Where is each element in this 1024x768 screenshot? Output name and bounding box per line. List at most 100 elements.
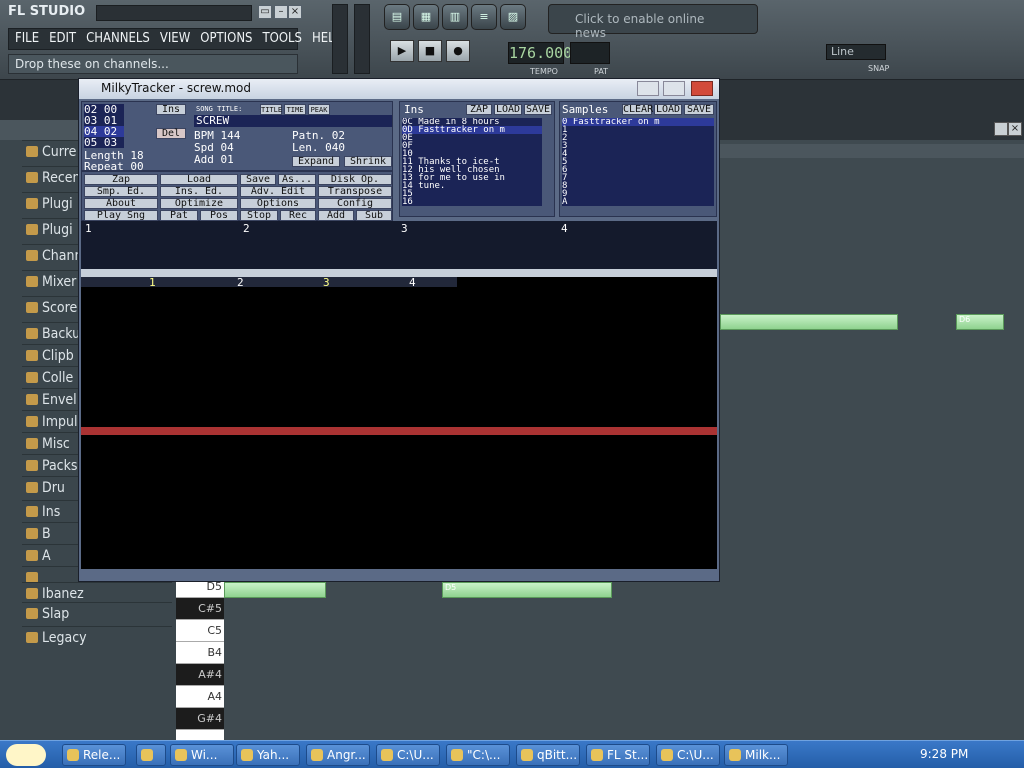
bpm-value[interactable]: BPM 144 [194,130,240,141]
piano-key[interactable]: B4 [176,642,224,664]
table-row[interactable] [81,503,457,511]
instrument-item[interactable]: 16 [402,198,542,207]
browser-item[interactable]: Legacy [22,626,172,648]
browser-icon[interactable]: ≡ [471,4,497,30]
sub-button[interactable]: Sub [356,210,392,221]
load-button[interactable]: Load [160,174,238,185]
sample-item[interactable]: 4 [562,150,714,159]
sample-list[interactable]: 0 Fasttracker on m123456789A [562,118,714,206]
table-row[interactable] [81,415,457,423]
ins-save-button[interactable]: SAVE [524,104,552,115]
sample-item[interactable]: 2 [562,134,714,143]
piano-key[interactable]: C#5 [176,598,224,620]
instrument-list[interactable]: 0C Made in 8 hours 0D Fasttracker on m 0E 0… [402,118,542,206]
ins-zap-button[interactable]: ZAP [466,104,492,115]
master-pitch-slider[interactable] [354,4,370,74]
add-value[interactable]: Add 01 [194,154,234,165]
ins-button[interactable]: Ins [156,104,186,115]
mixer-icon[interactable]: ▨ [500,4,526,30]
speed-value[interactable]: Spd 04 [194,142,234,153]
note-block[interactable]: D6 [956,314,1004,330]
note-block[interactable] [720,314,898,330]
table-row[interactable] [81,527,457,535]
note-block[interactable] [224,582,326,598]
transpose-button[interactable]: Transpose [318,186,392,197]
table-row[interactable] [81,511,457,519]
pattern-editor[interactable]: 1 2 3 4 [81,277,717,569]
title-tab[interactable]: TITLE [260,104,282,115]
about-button[interactable]: About [84,198,158,209]
record-icon[interactable]: ● [446,40,470,62]
sample-item[interactable]: 6 [562,166,714,175]
maximize-icon[interactable] [663,81,685,96]
close-icon[interactable] [691,81,713,96]
table-row[interactable] [81,303,457,311]
start-button[interactable] [6,744,46,766]
piano-roll-icon[interactable]: ▥ [442,4,468,30]
taskbar-button[interactable]: qBitt... [516,744,580,766]
browser-item[interactable]: Ibanez [22,582,172,604]
taskbar-button[interactable]: Angr... [306,744,370,766]
table-row[interactable] [81,319,457,327]
table-row[interactable] [81,399,457,407]
fl-minimize-button[interactable]: – [274,5,288,19]
tempo-display[interactable]: 176.000 [508,42,572,64]
sample-save-button[interactable]: SAVE [684,104,714,115]
menu-options[interactable]: OPTIONS [200,31,252,47]
menu-edit[interactable]: EDIT [49,31,76,47]
sample-clear-button[interactable]: CLEAR [622,104,653,115]
play-pattern-button[interactable]: Pat [160,210,198,221]
menu-view[interactable]: VIEW [160,31,190,47]
taskbar-button[interactable]: C:\U... [376,744,440,766]
peak-tab[interactable]: PEAK [308,104,330,115]
table-row[interactable] [81,335,457,343]
taskbar-button[interactable]: FL St... [586,744,650,766]
table-row[interactable] [81,439,457,447]
song-title-input[interactable]: SCREW [194,115,392,127]
play-icon[interactable]: ▶ [390,40,414,62]
table-row[interactable] [81,359,457,367]
stop-button[interactable]: Stop [240,210,278,221]
table-row[interactable] [81,423,457,431]
table-row[interactable] [81,479,457,487]
play-song-button[interactable]: Play Sng [84,210,158,221]
record-button[interactable]: Rec [280,210,316,221]
config-button[interactable]: Config [318,198,392,209]
master-volume-slider[interactable] [332,4,348,74]
shrink-button[interactable]: Shrink [344,156,392,167]
delete-button[interactable]: Del [156,128,186,139]
piano-key[interactable]: A4 [176,686,224,708]
table-row[interactable] [81,295,457,303]
sample-editor-button[interactable]: Smp. Ed. [84,186,158,197]
table-row[interactable] [81,391,457,399]
optimize-button[interactable]: Optimize [160,198,238,209]
taskbar-button[interactable]: Wi... [170,744,234,766]
instrument-item[interactable]: 0F [402,142,542,151]
taskbar-button[interactable]: C:\U... [656,744,720,766]
menu-channels[interactable]: CHANNELS [86,31,150,47]
table-row[interactable] [81,311,457,319]
taskbar-button[interactable]: Milk... [724,744,788,766]
table-row[interactable] [81,375,457,383]
table-row[interactable] [81,535,457,543]
table-row[interactable] [81,383,457,391]
taskbar-button[interactable]: Rele... [62,744,126,766]
sample-item[interactable]: 0 Fasttracker on m [562,118,714,127]
fl-restore-button[interactable]: ▭ [258,5,272,19]
table-row[interactable] [81,343,457,351]
sample-item[interactable]: A [562,198,714,207]
table-row[interactable] [81,407,457,415]
taskbar-button[interactable]: Yah... [236,744,300,766]
table-row[interactable] [81,367,457,375]
pattern-length[interactable]: Len. 040 [292,142,345,153]
taskbar-button[interactable] [136,744,166,766]
expand-button[interactable]: Expand [292,156,340,167]
sample-item[interactable]: 3 [562,142,714,151]
sample-item[interactable]: 9 [562,190,714,199]
save-button[interactable]: Save [240,174,276,185]
pattern-display[interactable] [570,42,610,64]
zap-button[interactable]: Zap [84,174,158,185]
fl-close-button[interactable]: × [288,5,302,19]
table-row[interactable] [81,327,457,335]
step-sequencer-icon[interactable]: ▦ [413,4,439,30]
